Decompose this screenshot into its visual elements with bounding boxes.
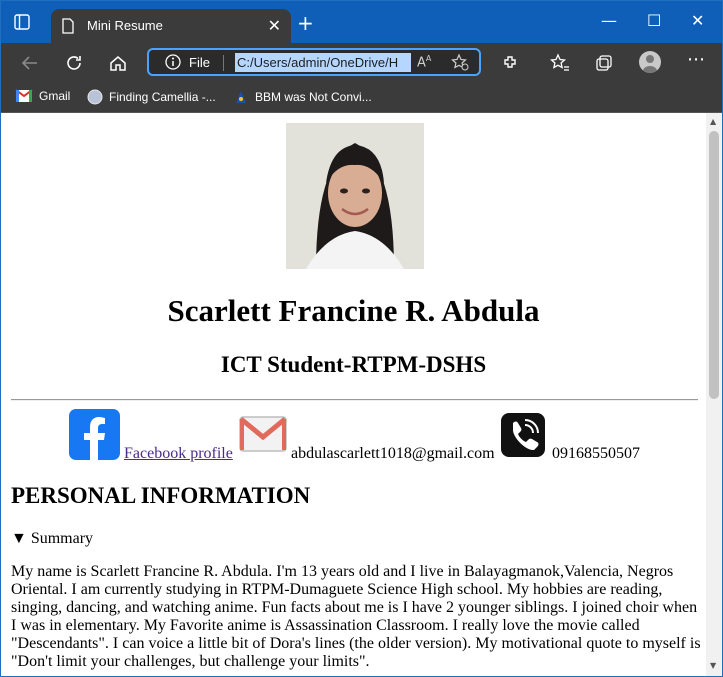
settings-more-button[interactable]: ⋯ xyxy=(687,49,705,70)
extensions-icon[interactable] xyxy=(501,53,521,73)
address-bar[interactable]: File C:/Users/admin/OneDrive/H AA xyxy=(147,48,481,76)
tab-actions-icon xyxy=(14,14,30,30)
gmail-icon xyxy=(15,89,33,102)
bookmark-label: BBM was Not Convi... xyxy=(255,90,372,104)
summary-text: My name is Scarlett Francine R. Abdula. … xyxy=(11,563,701,670)
add-favorite-icon[interactable] xyxy=(451,53,469,71)
resume-name: Scarlett Francine R. Abdula xyxy=(167,293,540,328)
summary-toggle[interactable]: ▼ Summary xyxy=(11,530,93,548)
personal-info-heading: PERSONAL INFORMATION xyxy=(11,483,311,508)
maximize-button[interactable]: ☐ xyxy=(647,11,661,30)
minimize-button[interactable]: — xyxy=(601,11,617,30)
tab-title: Mini Resume xyxy=(87,18,163,33)
email-address: abdulascarlett1018@gmail.com xyxy=(291,445,495,462)
profile-photo xyxy=(286,123,424,269)
read-aloud-button[interactable]: AA xyxy=(417,54,431,70)
scroll-up-arrow-icon[interactable]: ▲ xyxy=(710,117,716,126)
person-icon xyxy=(643,55,657,73)
close-window-button[interactable]: ✕ xyxy=(691,11,704,30)
facebook-profile-link[interactable]: Facebook profile xyxy=(124,445,233,463)
refresh-icon xyxy=(67,56,81,70)
home-icon xyxy=(110,56,126,71)
favorites-icon[interactable] xyxy=(550,53,570,73)
portrait-image xyxy=(286,123,424,269)
back-button[interactable] xyxy=(19,52,41,74)
new-tab-button[interactable]: + xyxy=(297,13,314,33)
facebook-logo-icon xyxy=(84,417,105,460)
title-bar: Mini Resume ✕ + — ☐ ✕ xyxy=(1,1,722,43)
address-divider xyxy=(223,55,224,71)
refresh-button[interactable] xyxy=(63,52,85,74)
scroll-down-arrow-icon[interactable]: ▼ xyxy=(710,661,716,670)
bookmarks-bar: Gmail Finding Camellia -... BBM was Not … xyxy=(1,83,722,113)
resume-role: ICT Student-RTPM-DSHS xyxy=(220,352,487,377)
phone-handset-icon xyxy=(512,419,539,451)
bookmark-bbm[interactable]: BBM was Not Convi... xyxy=(233,89,372,105)
vertical-scrollbar[interactable]: ▲ ▼ xyxy=(706,113,722,676)
info-icon[interactable] xyxy=(165,54,181,70)
phone-number: 09168550507 xyxy=(552,445,640,462)
bookmark-label: Finding Camellia -... xyxy=(109,90,216,104)
bbm-icon xyxy=(236,91,246,103)
mail-icon xyxy=(239,416,287,452)
back-arrow-icon xyxy=(21,56,37,70)
bookmark-gmail[interactable]: Gmail xyxy=(15,89,70,103)
tab-actions-button[interactable] xyxy=(11,11,33,33)
collections-icon[interactable] xyxy=(594,53,614,73)
tab-close-button[interactable]: ✕ xyxy=(268,16,281,35)
divider xyxy=(11,399,698,401)
address-url[interactable]: C:/Users/admin/OneDrive/H xyxy=(235,53,411,72)
browser-toolbar: File C:/Users/admin/OneDrive/H AA ⋯ xyxy=(1,43,722,83)
phone-icon xyxy=(501,413,545,457)
resume-page: Scarlett Francine R. Abdula ICT Student-… xyxy=(1,113,706,676)
facebook-icon[interactable] xyxy=(69,409,120,460)
profile-avatar[interactable] xyxy=(639,51,661,73)
scroll-thumb[interactable] xyxy=(709,131,719,399)
document-icon xyxy=(62,18,74,34)
home-button[interactable] xyxy=(107,52,129,74)
browser-window: Mini Resume ✕ + — ☐ ✕ File C:/Users/admi… xyxy=(0,0,723,677)
globe-icon xyxy=(87,89,103,105)
bookmark-finding-camellia[interactable]: Finding Camellia -... xyxy=(87,89,216,105)
tab-mini-resume[interactable]: Mini Resume ✕ xyxy=(51,9,291,43)
address-scheme: File xyxy=(189,55,210,70)
bookmark-label: Gmail xyxy=(39,89,71,103)
